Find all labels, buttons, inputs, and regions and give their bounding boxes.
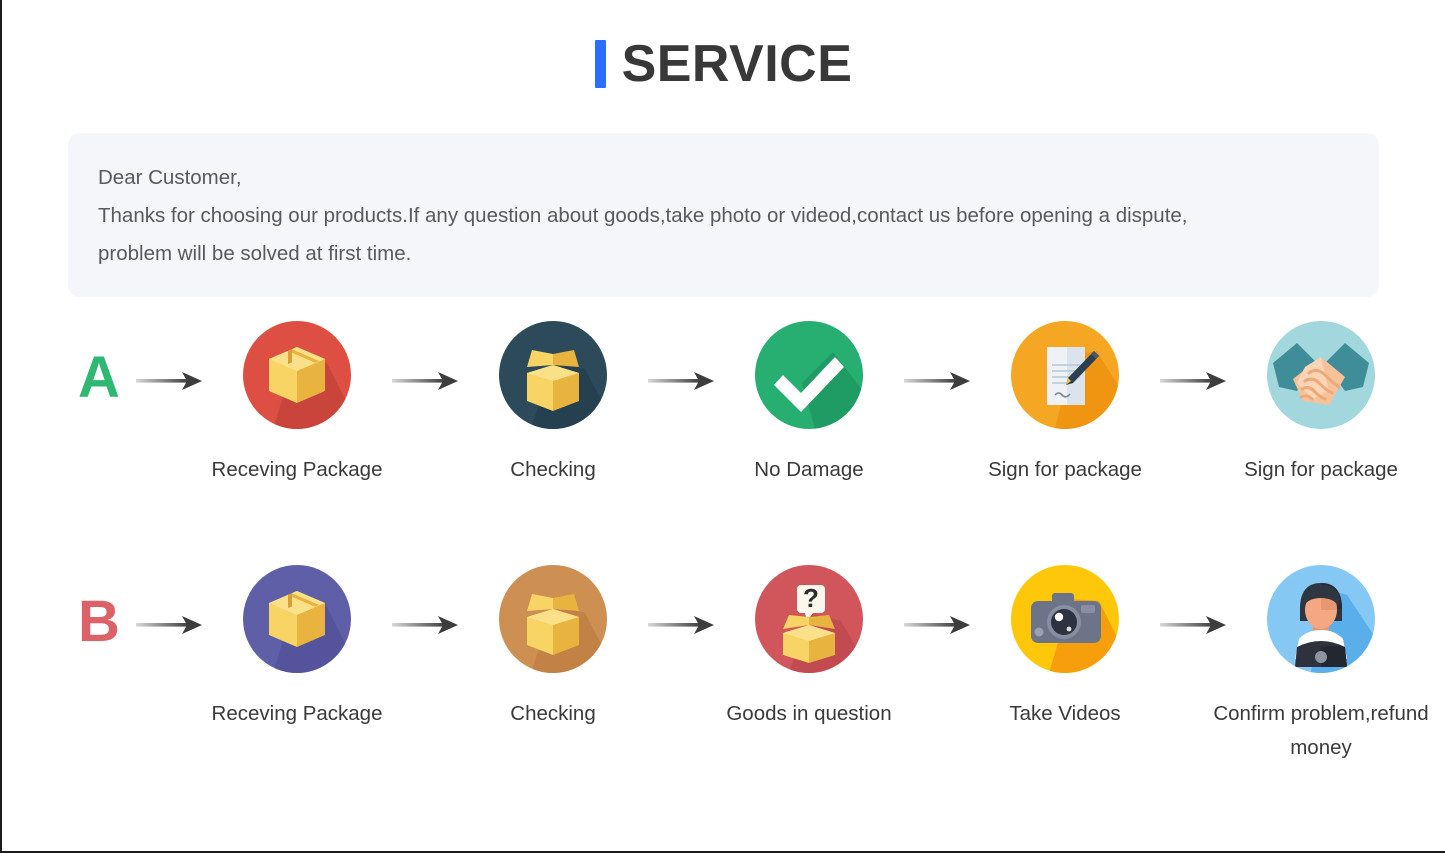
arrow-right-icon — [1154, 565, 1232, 685]
arrow-right-icon — [130, 321, 208, 441]
handshake-icon — [1267, 321, 1375, 429]
step-b-1-label: Receving Package — [211, 702, 383, 725]
step-a-4-label: Sign for package — [988, 458, 1142, 481]
closed-box-icon — [243, 565, 351, 673]
step-a-2-label: Checking — [510, 458, 596, 481]
arrow-right-icon — [1154, 321, 1232, 441]
open-box-icon — [499, 565, 607, 673]
arrow-right-icon — [642, 565, 720, 685]
support-agent-icon — [1267, 565, 1375, 673]
document-pen-icon — [1011, 321, 1119, 429]
step-a-2: Checking — [464, 321, 642, 487]
arrow-right-icon — [386, 565, 464, 685]
step-b-5: Confirm problem,refund money — [1213, 565, 1429, 765]
step-a-1-label: Receving Package — [211, 458, 383, 481]
arrow-right-icon — [898, 321, 976, 441]
notice-line-2: Thanks for choosing our products.If any … — [98, 204, 1188, 227]
camera-icon — [1011, 565, 1119, 673]
flow-row-a: A Receving Package Checking No Damage Si… — [2, 321, 1445, 561]
step-a-5: Sign for package — [1232, 321, 1410, 487]
step-a-5-label: Sign for package — [1244, 458, 1398, 481]
arrow-right-icon — [130, 565, 208, 685]
step-a-1: Receving Package — [208, 321, 386, 487]
notice-line-1: Dear Customer, — [98, 166, 242, 189]
step-b-3: ? Goods in question — [720, 565, 898, 731]
closed-box-icon — [243, 321, 351, 429]
step-b-5-label: Confirm problem,refund money — [1213, 702, 1429, 759]
row-letter-b: B — [78, 589, 120, 654]
arrow-right-icon — [386, 321, 464, 441]
question-box-icon: ? — [755, 565, 863, 673]
step-b-4-label: Take Videos — [1009, 702, 1121, 725]
arrow-right-icon — [898, 565, 976, 685]
arrow-right-icon — [642, 321, 720, 441]
row-letter-a: A — [78, 345, 120, 410]
step-a-3-label: No Damage — [754, 458, 864, 481]
page-title-text: SERVICE — [621, 35, 853, 93]
step-b-2: Checking — [464, 565, 642, 731]
step-b-1: Receving Package — [208, 565, 386, 731]
step-b-2-label: Checking — [510, 702, 596, 725]
notice-line-3: problem will be solved at first time. — [98, 242, 412, 265]
customer-notice-box: Dear Customer, Thanks for choosing our p… — [68, 133, 1379, 297]
check-mark-icon — [755, 321, 863, 429]
page-header: SERVICE — [2, 0, 1445, 93]
step-b-3-label: Goods in question — [726, 702, 892, 725]
open-box-icon — [499, 321, 607, 429]
step-b-4: Take Videos — [976, 565, 1154, 731]
page-title: SERVICE — [594, 35, 853, 93]
svg-text:?: ? — [803, 583, 819, 613]
flow-row-b: B Receving Package Checking ? Goods in q… — [2, 565, 1445, 805]
service-page: SERVICE Dear Customer, Thanks for choosi… — [0, 0, 1445, 853]
process-flow: A Receving Package Checking No Damage Si… — [2, 321, 1445, 805]
step-a-3: No Damage — [720, 321, 898, 487]
step-a-4: Sign for package — [976, 321, 1154, 487]
title-accent-bar — [594, 40, 606, 88]
